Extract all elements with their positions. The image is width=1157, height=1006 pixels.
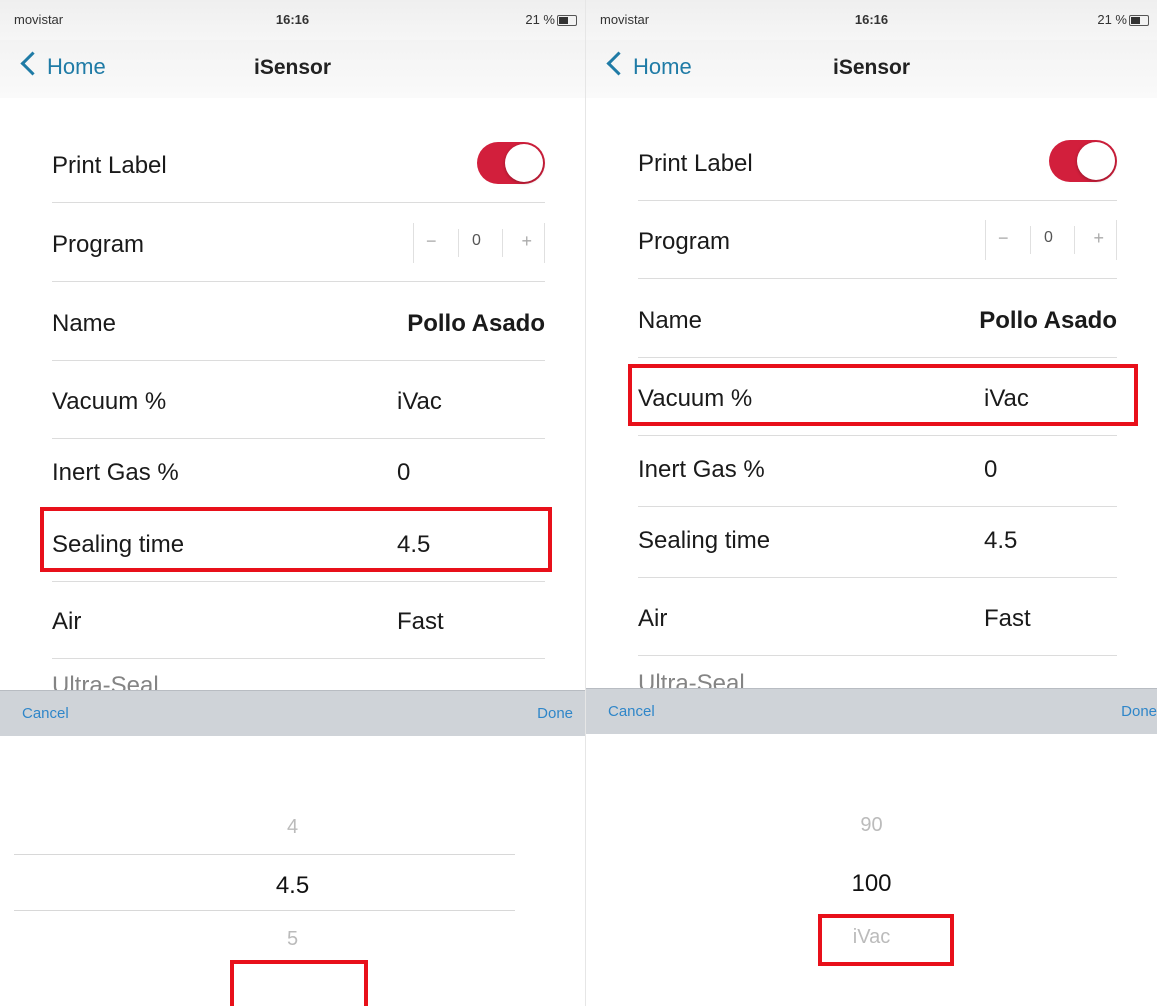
print-label-toggle[interactable]: [477, 142, 545, 184]
cancel-button[interactable]: Cancel: [22, 705, 69, 722]
stepper-separator: [1074, 226, 1075, 254]
sealing-time-value: 4.5: [984, 527, 1018, 554]
picker-selection-line: [14, 910, 515, 911]
picker-toolbar: Cancel Done: [586, 688, 1157, 735]
name-label: Name: [52, 310, 117, 337]
stepper-separator: [458, 229, 459, 257]
battery-percent: 21 %: [525, 12, 555, 27]
row-air[interactable]: Air Fast: [638, 577, 1117, 656]
print-label-label: Print Label: [638, 150, 753, 177]
inert-gas-value: 0: [397, 459, 411, 486]
program-label: Program: [638, 228, 731, 255]
battery-icon: [557, 15, 577, 26]
sealing-time-label: Sealing time: [638, 527, 771, 554]
status-bar: movistar 16:16 21 %: [586, 0, 1157, 40]
vacuum-value: iVac: [397, 388, 442, 415]
row-air[interactable]: Air Fast: [52, 580, 545, 659]
print-label-toggle[interactable]: [1049, 140, 1117, 182]
carrier-label: movistar: [600, 12, 650, 27]
stepper-separator: [502, 229, 503, 257]
clock: 16:16: [275, 12, 310, 27]
picker-option[interactable]: 5: [0, 928, 585, 951]
name-label: Name: [638, 307, 703, 334]
row-print-label: Print Label: [52, 124, 545, 203]
stepper-minus-button[interactable]: −: [998, 228, 1009, 249]
cancel-button[interactable]: Cancel: [608, 703, 655, 720]
program-label: Program: [52, 231, 145, 258]
left-screenshot: movistar 16:16 21 % Home iSensor Print L…: [0, 0, 585, 1006]
stepper-value: 0: [1044, 229, 1053, 246]
picker-selected-option[interactable]: 4.5: [0, 872, 585, 900]
row-name[interactable]: Name Pollo Asado: [52, 282, 545, 361]
highlight-box-picker-option: [818, 914, 954, 966]
inert-gas-label: Inert Gas %: [638, 456, 765, 483]
print-label-label: Print Label: [52, 152, 167, 179]
carrier-label: movistar: [14, 12, 64, 27]
battery-icon: [1129, 15, 1149, 26]
highlight-box-vacuum: [628, 364, 1138, 426]
status-bar: movistar 16:16 21 %: [0, 0, 585, 40]
done-button[interactable]: Done: [1121, 703, 1157, 720]
battery-percent: 21 %: [1097, 12, 1127, 27]
stepper-plus-button[interactable]: +: [1093, 228, 1104, 249]
inert-gas-value: 0: [984, 456, 998, 483]
name-value: Pollo Asado: [979, 307, 1117, 334]
inert-gas-label: Inert Gas %: [52, 459, 179, 486]
picker-toolbar: Cancel Done: [0, 690, 585, 737]
picker-selected-option[interactable]: 100: [586, 870, 1157, 898]
air-value: Fast: [984, 605, 1031, 632]
row-inert-gas[interactable]: Inert Gas % 0: [638, 428, 1117, 507]
program-stepper[interactable]: − 0 +: [413, 223, 545, 263]
air-value: Fast: [397, 608, 444, 635]
program-stepper[interactable]: − 0 +: [985, 220, 1117, 260]
vacuum-label: Vacuum %: [52, 388, 167, 415]
air-label: Air: [52, 608, 82, 635]
name-value: Pollo Asado: [407, 310, 545, 337]
highlight-box-picker-option: [230, 960, 368, 1006]
stepper-value: 0: [472, 232, 481, 249]
nav-bar: Home iSensor: [0, 40, 585, 98]
row-inert-gas[interactable]: Inert Gas % 0: [52, 431, 545, 510]
highlight-box-sealing-time: [40, 507, 552, 572]
row-program: Program − 0 +: [52, 203, 545, 282]
page-title: iSensor: [253, 56, 332, 79]
done-button[interactable]: Done: [537, 705, 573, 722]
row-name[interactable]: Name Pollo Asado: [638, 279, 1117, 358]
nav-bar: Home iSensor: [586, 40, 1157, 98]
air-label: Air: [638, 605, 668, 632]
right-screenshot: movistar 16:16 21 % Home iSensor Print L…: [586, 0, 1157, 1006]
row-sealing-time[interactable]: Sealing time 4.5: [638, 499, 1117, 578]
stepper-separator: [1030, 226, 1031, 254]
row-program: Program − 0 +: [638, 200, 1117, 279]
picker-option[interactable]: 4: [0, 816, 585, 839]
toggle-knob: [1077, 142, 1115, 180]
toggle-knob: [505, 144, 543, 182]
row-vacuum[interactable]: Vacuum % iVac: [52, 360, 545, 439]
picker-option[interactable]: 90: [586, 814, 1157, 837]
stepper-plus-button[interactable]: +: [521, 231, 532, 252]
page-title: iSensor: [832, 56, 911, 79]
picker-selection-line: [14, 854, 515, 855]
row-print-label: Print Label: [638, 122, 1117, 201]
stepper-minus-button[interactable]: −: [426, 231, 437, 252]
clock: 16:16: [854, 12, 889, 27]
